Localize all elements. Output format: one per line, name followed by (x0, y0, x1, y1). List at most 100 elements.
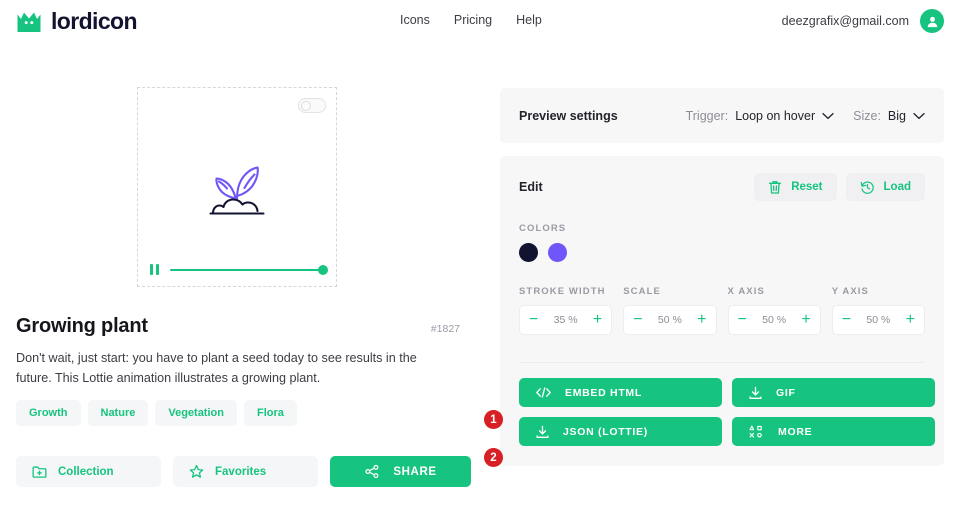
size-label: Size: (853, 108, 881, 123)
increment-button[interactable]: + (697, 312, 706, 328)
decrement-button[interactable]: − (529, 312, 538, 328)
site-header: lordicon Icons Pricing Help deezgrafix@g… (0, 0, 960, 48)
color-swatches (519, 243, 925, 262)
primary-color-swatch[interactable] (519, 243, 538, 262)
scale-control[interactable]: − 50 % + (623, 305, 717, 335)
y-axis-label: Y AXIS (831, 286, 869, 297)
preview-settings-title: Preview settings (519, 108, 618, 123)
trigger-label: Trigger: (685, 108, 729, 123)
decrement-button[interactable]: − (633, 312, 642, 328)
scale-stepper: SCALE − 50 % + (623, 286, 717, 335)
avatar[interactable] (920, 9, 944, 33)
y-axis-stepper: Y AXIS − 50 % + (831, 286, 925, 335)
folder-plus-icon (32, 465, 47, 478)
trigger-dropdown[interactable]: Trigger: Loop on hover (686, 109, 835, 123)
favorites-button[interactable]: Favorites (173, 456, 318, 487)
toggle-switch-icon[interactable] (298, 98, 326, 113)
collection-label: Collection (58, 465, 114, 478)
favorites-label: Favorites (215, 465, 267, 478)
share-label: SHARE (393, 465, 437, 478)
tag-item[interactable]: Growth (16, 400, 81, 426)
icon-id: #1827 (430, 323, 460, 335)
increment-button[interactable]: + (906, 312, 915, 328)
tag-item[interactable]: Nature (87, 400, 149, 426)
json-lottie-button[interactable]: JSON (LOTTIE) (519, 417, 722, 446)
title-row: Growing plant #1827 (16, 315, 460, 338)
logo[interactable]: lordicon (16, 8, 138, 35)
edit-header-buttons: Reset Load (754, 173, 925, 201)
code-icon (536, 387, 551, 398)
icon-description: Don't wait, just start: you have to plan… (16, 351, 417, 386)
decrement-button[interactable]: − (738, 312, 747, 328)
page-title: Growing plant (16, 315, 148, 337)
more-button[interactable]: MORE (732, 417, 935, 446)
stroke-width-label: STROKE WIDTH (519, 286, 606, 297)
increment-button[interactable]: + (801, 312, 810, 328)
stroke-width-control[interactable]: − 35 % + (519, 305, 613, 335)
load-button[interactable]: Load (845, 173, 925, 201)
chevron-down-icon (913, 112, 925, 119)
increment-button[interactable]: + (593, 312, 602, 328)
more-label: MORE (778, 425, 813, 438)
app-root: lordicon Icons Pricing Help deezgrafix@g… (0, 0, 960, 510)
nav-item-pricing[interactable]: Pricing (454, 13, 492, 27)
account-email: deezgrafix@gmail.com (781, 14, 909, 28)
tag-item[interactable]: Flora (243, 400, 297, 426)
y-axis-control[interactable]: − 50 % + (831, 305, 925, 335)
download-icon (749, 386, 762, 399)
settings-column: Preview settings Trigger: Loop on hover … (500, 88, 944, 466)
main-nav: Icons Pricing Help (400, 13, 542, 27)
y-axis-value: 50 % (866, 314, 891, 326)
tag-list: Growth Nature Vegetation Flora (16, 400, 297, 426)
x-axis-stepper: X AXIS − 50 % + (727, 286, 821, 335)
nav-item-icons[interactable]: Icons (400, 13, 430, 27)
stroke-width-stepper: STROKE WIDTH − 35 % + (519, 286, 613, 335)
collection-button[interactable]: Collection (16, 456, 161, 487)
preview-settings-controls: Trigger: Loop on hover Size: Big (686, 109, 925, 123)
nav-item-help[interactable]: Help (516, 13, 542, 27)
scale-label: SCALE (623, 286, 661, 297)
load-label: Load (883, 181, 911, 193)
stroke-width-value: 35 % (553, 314, 578, 326)
colors-label: COLORS (519, 223, 567, 234)
share-button[interactable]: SHARE (330, 456, 471, 487)
embed-html-button[interactable]: EMBED HTML (519, 378, 722, 407)
x-axis-label: X AXIS (727, 286, 765, 297)
crown-icon (16, 10, 42, 34)
action-buttons: Collection Favorites SHARE (16, 456, 471, 487)
account-area[interactable]: deezgrafix@gmail.com (782, 9, 944, 33)
size-value: Big (887, 108, 906, 123)
tag-item[interactable]: Vegetation (155, 400, 237, 426)
progress-thumb[interactable] (318, 264, 328, 275)
share-icon (365, 464, 379, 479)
x-axis-value: 50 % (762, 314, 787, 326)
size-dropdown[interactable]: Size: Big (853, 109, 925, 123)
stepper-group: STROKE WIDTH − 35 % + SCALE − 50 % + X A… (519, 286, 925, 335)
shapes-icon (749, 425, 762, 438)
trash-icon (769, 180, 782, 194)
secondary-color-swatch[interactable] (548, 243, 567, 262)
download-buttons: EMBED HTML GIF JSON (LOTTIE) MORE (519, 378, 935, 446)
icon-preview-box[interactable] (137, 87, 337, 287)
gif-label: GIF (776, 386, 796, 399)
edit-panel: Edit Reset Load COLORS STROKE WIDTH − 35… (500, 156, 944, 466)
trigger-value: Loop on hover (735, 108, 816, 123)
toggle-knob (301, 100, 311, 111)
decrement-button[interactable]: − (842, 312, 851, 328)
panel-divider (519, 362, 925, 363)
edit-title: Edit (519, 180, 543, 194)
star-icon (189, 464, 204, 478)
reset-button[interactable]: Reset (754, 173, 837, 201)
annotation-badge-1: 1 (484, 410, 503, 429)
player-controls[interactable] (150, 264, 328, 275)
edit-header: Edit Reset Load (519, 173, 925, 201)
growing-plant-icon (209, 166, 265, 215)
progress-slider[interactable] (170, 264, 328, 275)
json-lottie-label: JSON (LOTTIE) (563, 425, 648, 438)
x-axis-control[interactable]: − 50 % + (727, 305, 821, 335)
history-icon (860, 180, 874, 194)
pause-icon[interactable] (150, 264, 159, 275)
user-icon (927, 16, 937, 27)
reset-label: Reset (791, 181, 823, 193)
gif-button[interactable]: GIF (732, 378, 935, 407)
